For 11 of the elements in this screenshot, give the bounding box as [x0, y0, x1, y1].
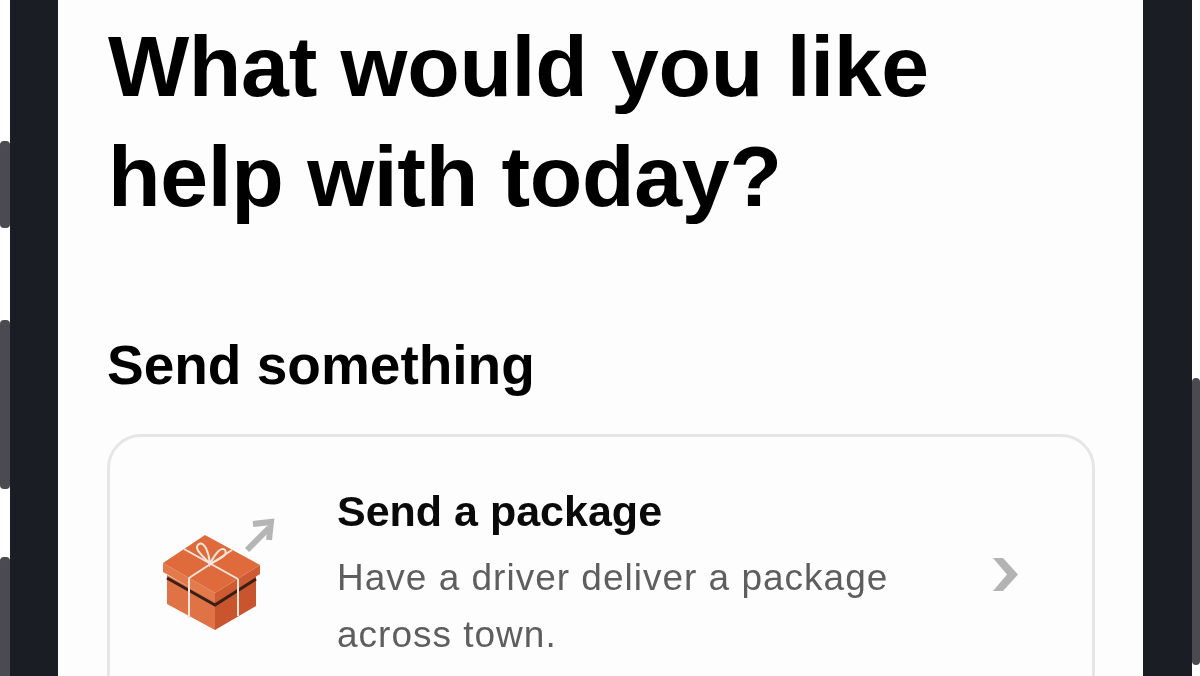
chevron-right-icon	[993, 557, 1018, 591]
phone-side-button[interactable]	[0, 320, 10, 489]
phone-side-button[interactable]	[1192, 378, 1200, 665]
card-description: Have a driver deliver a package across town.	[337, 556, 890, 657]
service-card[interactable]: Send a package Have a driver deliver a package across town.	[107, 434, 1095, 676]
card-title: Send a package	[337, 486, 664, 537]
phone-side-button[interactable]	[0, 141, 10, 228]
gift-box-icon	[163, 518, 275, 630]
phone-side-button[interactable]	[0, 557, 10, 676]
page-heading: What would you like help with today?	[108, 17, 930, 226]
section-title: Send something	[107, 333, 536, 398]
